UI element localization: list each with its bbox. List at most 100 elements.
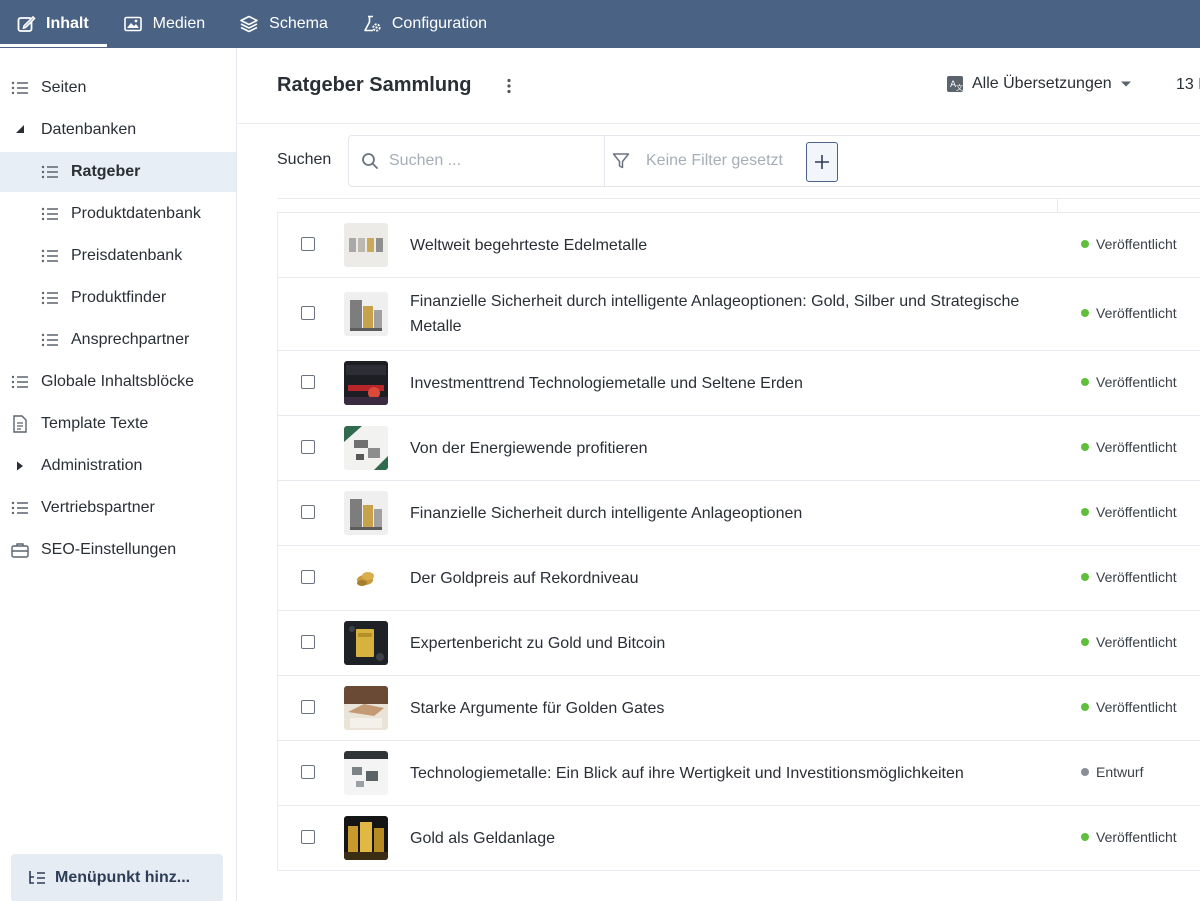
row-thumbnail [344,491,388,535]
list-icon [10,78,30,98]
table-row[interactable]: Technologiemetalle: Ein Blick auf ihre W… [278,740,1200,806]
status-label: Veröffentlicht [1096,504,1177,520]
sidebar-item-ratgeber[interactable]: Ratgeber [0,152,236,192]
row-title[interactable]: Der Goldpreis auf Rekordniveau [410,566,1060,591]
sidebar-item-produktfinder[interactable]: Produktfinder [0,278,236,318]
status-label: Veröffentlicht [1096,634,1177,650]
sidebar-item-preisdatenbank[interactable]: Preisdatenbank [0,236,236,276]
top-navigation: Inhalt Medien Schema Configuration [0,0,1200,48]
topnav-medien[interactable]: Medien [107,0,223,48]
row-checkbox[interactable] [301,440,315,454]
image-icon [123,16,142,32]
status-badge: Entwurf [1081,764,1143,780]
entries-table: Weltweit begehrteste Edelmetalle Veröffen… [277,212,1200,871]
list-icon [40,330,60,350]
add-menu-label: Menüpunkt hinz... [55,869,191,886]
row-title[interactable]: Finanzielle Sicherheit durch intelligent… [410,289,1060,339]
sidebar-item-seiten[interactable]: Seiten [0,68,236,108]
list-icon [10,372,30,392]
row-title[interactable]: Technologiemetalle: Ein Blick auf ihre W… [410,761,1060,786]
topnav-configuration[interactable]: Configuration [346,0,505,48]
search-input[interactable] [389,152,589,170]
sidebar-item-label: Preisdatenbank [71,247,183,264]
table-row[interactable]: Finanzielle Sicherheit durch intelligent… [278,277,1200,351]
row-checkbox[interactable] [301,570,315,584]
table-header [277,198,1200,213]
row-title[interactable]: Finanzielle Sicherheit durch intelligent… [410,501,1060,526]
status-label: Veröffentlicht [1096,374,1177,390]
status-badge: Veröffentlicht [1081,504,1177,520]
table-row[interactable]: Gold als Geldanlage Veröffentlicht [278,805,1200,871]
status-badge: Veröffentlicht [1081,699,1177,715]
row-thumbnail [344,292,388,336]
status-dot [1081,309,1089,317]
add-filter-button[interactable] [806,142,838,182]
row-title[interactable]: Expertenbericht zu Gold und Bitcoin [410,631,1060,656]
row-checkbox[interactable] [301,635,315,649]
search-label: Suchen [277,151,332,168]
table-row[interactable]: Der Goldpreis auf Rekordniveau Veröffentl… [278,545,1200,611]
row-title[interactable]: Gold als Geldanlage [410,826,1060,851]
sidebar-item-seo-einstellungen[interactable]: SEO-Einstellungen [0,530,236,570]
row-checkbox[interactable] [301,237,315,251]
add-list-icon [29,871,45,884]
briefcase-icon [10,540,30,560]
topnav-inhalt[interactable]: Inhalt [0,0,107,48]
more-options-icon[interactable] [502,76,516,96]
translations-dropdown[interactable]: A文 Alle Übersetzungen [946,75,1132,93]
search-filter-bar: Keine Filter gesetzt [348,135,1200,187]
sidebar-item-label: Produktdatenbank [71,205,201,222]
sidebar-item-label: Seiten [41,79,87,96]
status-dot [1081,378,1089,386]
sidebar-item-label: SEO-Einstellungen [41,541,177,558]
sidebar-item-ansprechpartner[interactable]: Ansprechpartner [0,320,236,360]
row-title[interactable]: Von der Energiewende profitieren [410,436,1060,461]
sidebar-item-datenbanken[interactable]: Datenbanken [0,110,236,150]
search-field [349,136,605,186]
row-checkbox[interactable] [301,830,315,844]
row-thumbnail [344,686,388,730]
row-checkbox[interactable] [301,306,315,320]
row-title[interactable]: Weltweit begehrteste Edelmetalle [410,233,1060,258]
table-row[interactable]: Expertenbericht zu Gold und Bitcoin Veröf… [278,610,1200,676]
sidebar-item-label: Globale Inhaltsblöcke [41,373,194,390]
status-dot [1081,703,1089,711]
sidebar-item-label: Ratgeber [71,163,141,180]
row-thumbnail [344,751,388,795]
topnav-label: Schema [269,15,328,32]
row-checkbox[interactable] [301,700,315,714]
status-label: Veröffentlicht [1096,569,1177,585]
table-row[interactable]: Investmenttrend Technologiemetalle und S… [278,350,1200,416]
table-row[interactable]: Finanzielle Sicherheit durch intelligent… [278,480,1200,546]
search-icon [362,153,378,169]
filter-placeholder: Keine Filter gesetzt [646,152,783,169]
sidebar-item-vertriebspartner[interactable]: Vertriebspartner [0,488,236,528]
list-icon [40,204,60,224]
sidebar-item-globale-inhaltsblöcke[interactable]: Globale Inhaltsblöcke [0,362,236,402]
status-label: Veröffentlicht [1096,236,1177,252]
topnav-label: Medien [152,15,206,32]
sidebar-item-label: Produktfinder [71,289,167,306]
table-row[interactable]: Starke Argumente für Golden Gates Veröffe… [278,675,1200,741]
row-title[interactable]: Investmenttrend Technologiemetalle und S… [410,371,1060,396]
status-dot [1081,573,1089,581]
list-icon [10,498,30,518]
status-badge: Veröffentlicht [1081,374,1177,390]
sidebar-item-label: Ansprechpartner [71,331,190,348]
filter-field[interactable]: Keine Filter gesetzt [612,136,783,186]
topnav-schema[interactable]: Schema [223,0,346,48]
add-menu-item-button[interactable]: Menüpunkt hinz... [11,854,223,901]
row-checkbox[interactable] [301,505,315,519]
sidebar-item-produktdatenbank[interactable]: Produktdatenbank [0,194,236,234]
sidebar-item-label: Datenbanken [41,121,137,138]
table-row[interactable]: Von der Energiewende profitieren Veröffen… [278,415,1200,481]
row-thumbnail [344,426,388,470]
sidebar-item-template-texte[interactable]: Template Texte [0,404,236,444]
sidebar-item-administration[interactable]: Administration [0,446,236,486]
row-title[interactable]: Starke Argumente für Golden Gates [410,696,1060,721]
row-checkbox[interactable] [301,765,315,779]
status-label: Entwurf [1096,764,1144,780]
sidebar-item-label: Vertriebspartner [41,499,155,516]
row-checkbox[interactable] [301,375,315,389]
table-row[interactable]: Weltweit begehrteste Edelmetalle Veröffen… [278,212,1200,278]
